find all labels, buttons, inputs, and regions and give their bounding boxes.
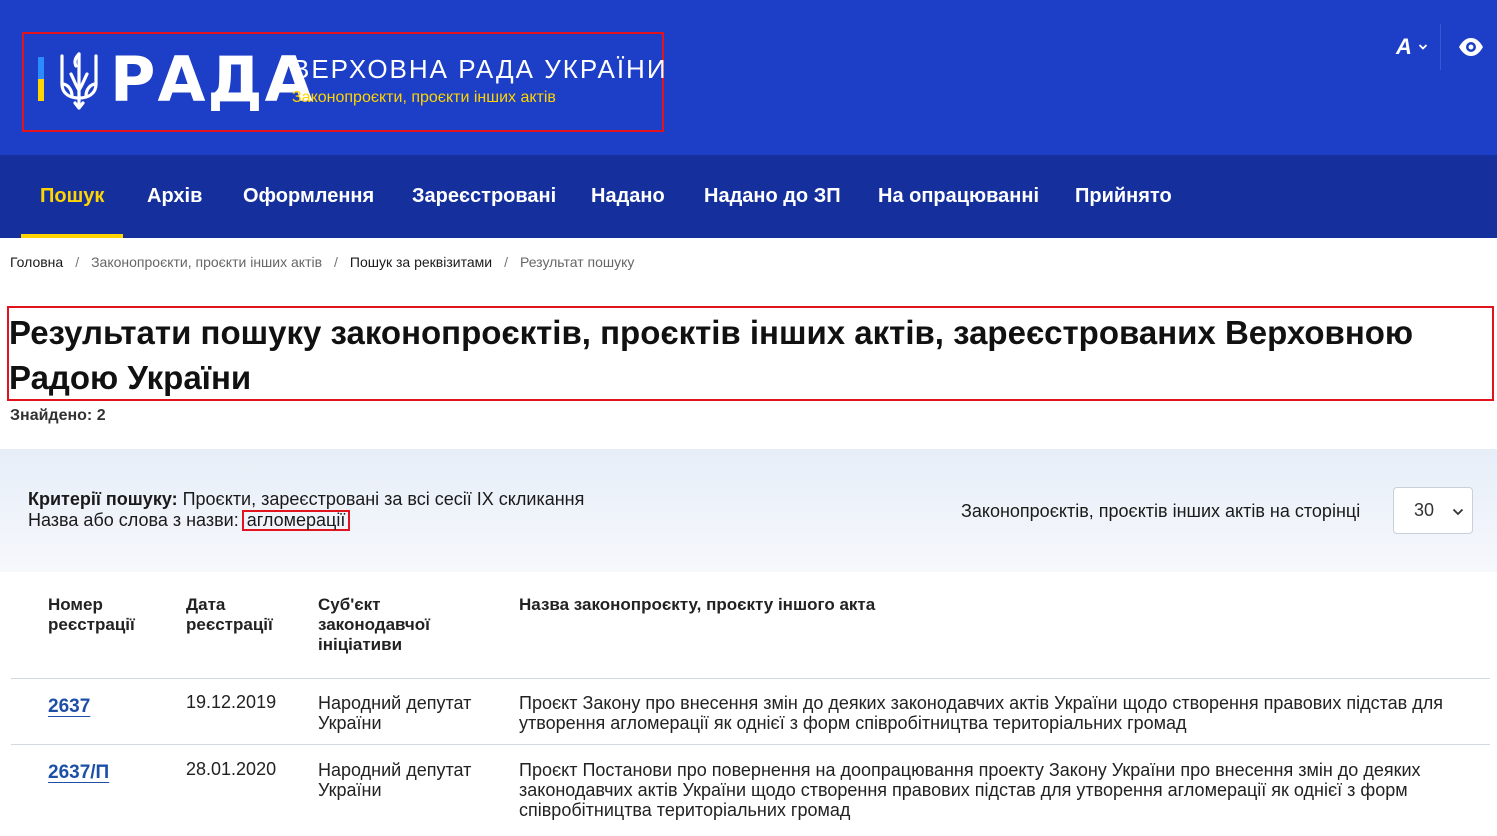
site-title: ВЕРХОВНА РАДА УКРАЇНИ [292,54,668,84]
site-logo[interactable]: РАДА ВЕРХОВНА РАДА УКРАЇНИ Законопроєкти… [22,32,666,132]
header-tools: A [1382,24,1497,70]
criteria-name-label: Назва або слова з назви: [28,510,239,530]
row-divider [11,678,1490,679]
criteria-summary: Критерії пошуку: Проєкти, зареєстровані … [28,489,584,509]
chevron-down-icon [1418,44,1428,50]
breadcrumb-current: Результат пошуку [519,254,635,270]
main-nav: Пошук Архів Оформлення Зареєстровані Над… [0,155,1497,238]
nav-item-registered[interactable]: Зареєстровані [393,155,575,238]
criteria-name-filter: Назва або слова з назви: агломерації [28,510,351,531]
nav-item-in-progress[interactable]: На опрацюванні [859,155,1058,238]
per-page-value: 30 [1414,500,1435,520]
breadcrumb-home[interactable]: Головна [10,253,63,271]
criteria-text: Проєкти, зареєстровані за всі сесії IX с… [177,489,585,509]
nav-item-provided-to-zp[interactable]: Надано до ЗП [685,155,860,238]
page-title: Результати пошуку законопроєктів, проєкт… [9,314,1414,396]
per-page-select[interactable]: 30 [1393,487,1473,534]
breadcrumb-separator: / [504,254,508,270]
chevron-down-icon [1452,508,1464,516]
col-header-date: Дата реєстрації [186,595,273,634]
row-divider [11,744,1490,745]
bill-number-link[interactable]: 2637 [48,696,90,717]
breadcrumb-separator: / [75,254,80,270]
breadcrumb-bills[interactable]: Законопроєкти, проєкти інших актів [91,253,322,271]
nav-item-adopted[interactable]: Прийнято [1056,155,1191,238]
flag-icon [38,57,44,101]
breadcrumb: Головна / Законопроєкти, проєкти інших а… [10,253,634,271]
eye-icon[interactable] [1458,36,1484,58]
row-title: Проєкт Закону про внесення змін до деяки… [519,693,1443,733]
col-header-subject: Суб'єкт законодавчої ініціативи [318,595,430,654]
row-date: 19.12.2019 [186,692,277,712]
site-subtitle: Законопроєкти, проєкти інших актів [292,89,556,106]
bill-number-link[interactable]: 2637/П [48,762,109,783]
nav-item-archive[interactable]: Архів [128,155,221,238]
per-page-label: Законопроєктів, проєктів інших актів на … [961,501,1361,521]
nav-item-provided[interactable]: Надано [572,155,684,238]
row-subject: Народний депутат України [318,693,472,733]
criteria-name-value: агломерації [241,510,351,531]
logo-word: РАДА [110,43,315,116]
trident-icon [60,52,98,110]
breadcrumb-search[interactable]: Пошук за реквізитами [350,253,492,271]
col-header-name: Назва законопроєкту, проєкту іншого акта [519,595,876,614]
row-number-cell: 2637 [48,696,90,717]
results-count: Знайдено: 2 [10,407,106,424]
row-title: Проєкт Постанови про повернення на доопр… [519,760,1421,820]
row-number-cell: 2637/П [48,762,109,783]
divider [1440,24,1441,70]
col-header-number: Номер реєстрації [48,595,135,634]
breadcrumb-separator: / [334,254,338,270]
font-size-label: A [1396,34,1412,59]
search-criteria-panel: Критерії пошуку: Проєкти, зареєстровані … [0,449,1497,572]
row-date: 28.01.2020 [186,759,277,779]
font-size-button[interactable]: A [1396,34,1428,60]
site-header: РАДА ВЕРХОВНА РАДА УКРАЇНИ Законопроєкти… [0,0,1497,155]
row-subject: Народний депутат України [318,760,472,800]
nav-item-search[interactable]: Пошук [21,155,124,238]
criteria-label: Критерії пошуку: [28,489,178,509]
nav-item-design[interactable]: Оформлення [224,155,393,238]
